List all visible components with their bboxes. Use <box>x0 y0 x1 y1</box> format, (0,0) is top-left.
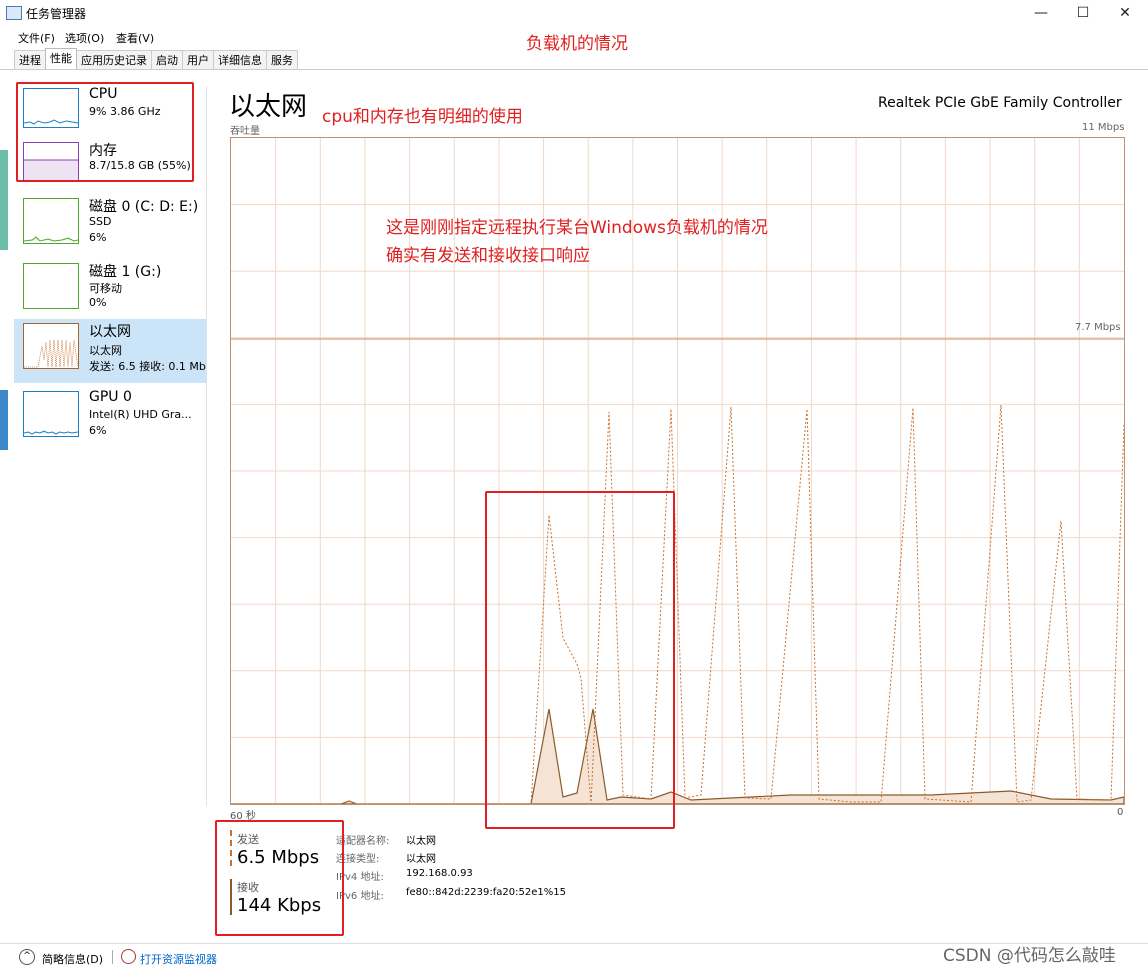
annotation-box-stats <box>215 820 344 936</box>
collapse-icon[interactable]: ^ <box>19 949 35 965</box>
disk1-graph-thumbnail <box>23 263 79 309</box>
annotation-graph-line2: 确实有发送和接收接口响应 <box>386 246 590 266</box>
graph-mid-label: 7.7 Mbps <box>1075 322 1121 333</box>
tab-services[interactable]: 服务 <box>266 50 298 70</box>
page-title: 以太网 <box>229 92 308 122</box>
sidebar-item-ethernet[interactable]: 以太网 以太网 发送: 6.5 接收: 0.1 Mb <box>14 319 206 383</box>
maximize-button[interactable]: ☐ <box>1072 3 1094 23</box>
sidebar-sub2-disk1: 0% <box>89 296 107 309</box>
time-right-label: 0 <box>1117 807 1124 818</box>
sidebar-sub1-gpu: Intel(R) UHD Gra... <box>89 408 192 421</box>
tab-details[interactable]: 详细信息 <box>213 50 267 70</box>
sidebar-title-disk1: 磁盘 1 (G:) <box>89 264 162 280</box>
sidebar-sub2-disk0: 6% <box>89 231 107 244</box>
annotation-graph-line1: 这是刚刚指定远程执行某台Windows负载机的情况 <box>386 218 768 238</box>
info-value-type: 以太网 <box>406 854 436 865</box>
brief-info-button[interactable]: 简略信息(D) <box>42 951 103 967</box>
tab-users[interactable]: 用户 <box>182 50 214 70</box>
footer-separator <box>112 950 113 964</box>
tab-app-history[interactable]: 应用历史记录 <box>76 50 152 70</box>
annotation-top: 负载机的情况 <box>526 34 628 54</box>
info-label-adapter: 适配器名称: <box>336 836 390 847</box>
background-window-edge-2 <box>0 390 8 450</box>
sidebar-sub1-ethernet: 以太网 <box>89 344 122 357</box>
watermark: CSDN @代码怎么敲哇 <box>943 946 1116 966</box>
annotation-box-graph <box>485 491 675 829</box>
close-button[interactable]: ✕ <box>1114 3 1136 23</box>
graph-max-label: 11 Mbps <box>1082 122 1125 133</box>
info-value-ipv6: fe80::842d:2239:fa20:52e1%15 <box>406 887 566 898</box>
info-value-adapter: 以太网 <box>406 836 436 847</box>
annotation-box-cpu-memory <box>16 82 194 182</box>
minimize-button[interactable]: — <box>1030 3 1052 23</box>
adapter-name: Realtek PCIe GbE Family Controller <box>878 95 1122 111</box>
menu-file[interactable]: 文件(F) <box>18 30 55 46</box>
resource-monitor-icon <box>121 949 136 964</box>
window-title: 任务管理器 <box>26 7 87 21</box>
sidebar-sub1-disk1: 可移动 <box>89 282 122 295</box>
sidebar-divider <box>206 86 207 806</box>
tab-processes[interactable]: 进程 <box>14 50 46 70</box>
sidebar-item-disk0[interactable]: 磁盘 0 (C: D: E:) SSD 6% <box>14 194 206 258</box>
sidebar-title-disk0: 磁盘 0 (C: D: E:) <box>89 199 199 215</box>
sidebar-item-disk1[interactable]: 磁盘 1 (G:) 可移动 0% <box>14 259 206 323</box>
ethernet-graph-thumbnail <box>23 323 79 369</box>
sidebar-title-ethernet: 以太网 <box>89 324 131 340</box>
tab-startup[interactable]: 启动 <box>151 50 183 70</box>
tab-performance[interactable]: 性能 <box>45 48 77 70</box>
annotation-cpu: cpu和内存也有明细的使用 <box>322 107 523 127</box>
task-manager-icon <box>6 6 22 20</box>
sidebar-item-gpu[interactable]: GPU 0 Intel(R) UHD Gra... 6% <box>14 387 206 451</box>
sidebar-sub2-gpu: 6% <box>89 424 107 437</box>
info-value-ipv4: 192.168.0.93 <box>406 868 473 879</box>
throughput-label: 吞吐量 <box>230 126 260 137</box>
sidebar-title-gpu: GPU 0 <box>89 389 132 405</box>
menu-options[interactable]: 选项(O) <box>65 30 104 46</box>
gpu-graph-thumbnail <box>23 391 79 437</box>
background-window-edge <box>0 150 8 250</box>
tab-divider <box>0 69 1148 70</box>
title-bar: 任务管理器 — ☐ ✕ <box>0 0 1148 26</box>
menu-view[interactable]: 查看(V) <box>116 30 154 46</box>
sidebar-sub1-disk0: SSD <box>89 215 112 228</box>
tab-strip: 进程 性能 应用历史记录 启动 用户 详细信息 服务 <box>14 48 298 70</box>
disk0-graph-thumbnail <box>23 198 79 244</box>
sidebar-sub2-ethernet: 发送: 6.5 接收: 0.1 Mb <box>89 360 206 373</box>
open-resource-monitor-link[interactable]: 打开资源监视器 <box>140 951 217 967</box>
